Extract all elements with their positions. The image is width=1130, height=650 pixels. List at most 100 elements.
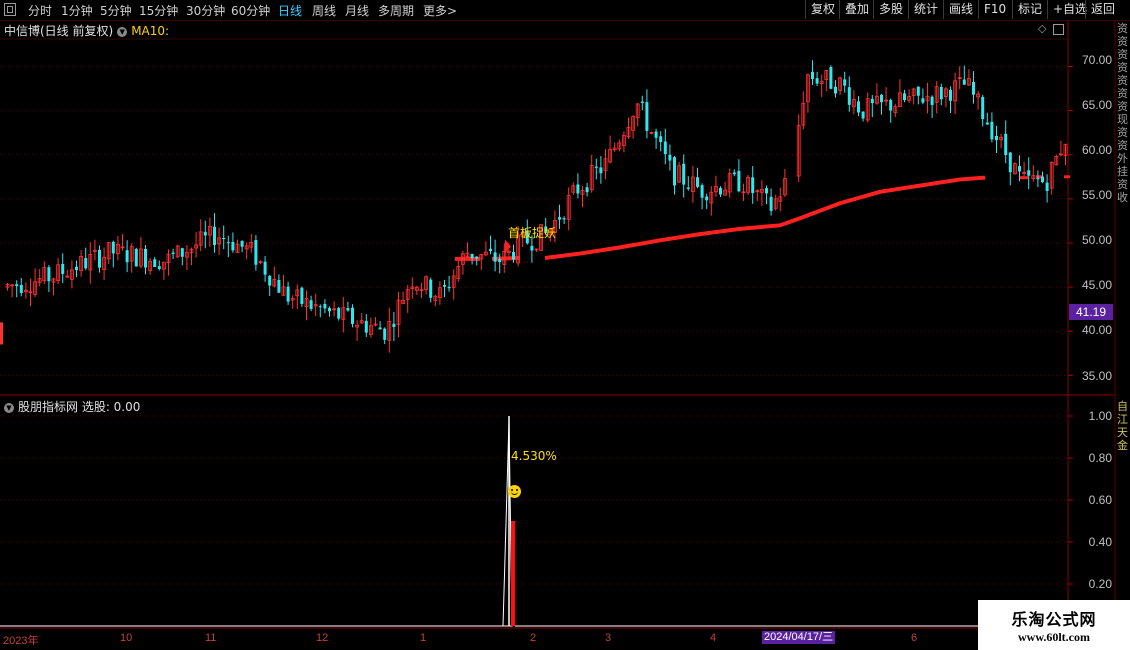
candle-body (700, 185, 704, 198)
ind-y-tick: 0.40 (1088, 535, 1112, 549)
indicator-bars (0, 416, 978, 627)
candle-body (157, 266, 161, 269)
candle-body (337, 308, 341, 319)
candle-body (995, 135, 998, 141)
x-label: 1 (420, 632, 427, 644)
candle-body (972, 82, 975, 95)
candle-body (576, 184, 580, 194)
candle-body (346, 308, 350, 311)
candle-body (562, 218, 566, 220)
candle-body (392, 323, 396, 327)
candle-body (815, 78, 819, 84)
candle-body (231, 241, 235, 251)
candle-body (19, 285, 23, 293)
candle-body (737, 170, 741, 192)
candle-body (921, 98, 925, 103)
current-price-tag: 41.19 (1069, 304, 1113, 320)
candle-body (985, 122, 989, 125)
candle-body (930, 96, 934, 105)
candle-body (470, 253, 474, 259)
candle-body (981, 96, 985, 120)
candle-body (300, 287, 304, 304)
candle-body (843, 79, 847, 86)
candle-body (75, 266, 78, 271)
ind-y-tick: 0.60 (1088, 493, 1112, 507)
candle-body (857, 101, 860, 113)
candle-body (659, 136, 663, 143)
y-tick: 70.00 (1081, 53, 1112, 67)
candle-body (765, 188, 768, 194)
candle-body (889, 99, 893, 111)
x-label: 4 (710, 632, 717, 644)
candle-body (498, 259, 502, 263)
side-info-column: 资资资资资资资现资资外挂资收 (1117, 22, 1128, 204)
candle-body (811, 71, 814, 80)
candle-body (475, 256, 479, 259)
candle-body (323, 303, 327, 309)
candle-body (226, 242, 230, 244)
candle-body (530, 245, 534, 251)
candle-body (1045, 182, 1049, 192)
candle-body (240, 240, 244, 247)
candle-body (277, 279, 281, 293)
y-tick: 55.00 (1081, 188, 1112, 202)
candle-body (286, 286, 290, 302)
indicator-bar (511, 521, 515, 626)
candle-body (719, 187, 722, 195)
chevron-down-icon[interactable]: ▼ (4, 402, 14, 413)
indicator-title[interactable]: 股朋指标网 选股: 0.00 (18, 400, 140, 414)
candle-body (663, 141, 667, 155)
candle-body (645, 102, 649, 131)
candle-body (263, 261, 267, 275)
candle-body (489, 248, 492, 251)
candle-body (673, 157, 676, 186)
candle-body (0, 322, 3, 345)
candle-body (558, 217, 561, 220)
candle-body (254, 240, 258, 265)
x-label: 11 (205, 632, 217, 644)
candle-body (751, 177, 755, 194)
candle-body (134, 248, 138, 267)
candle-body (493, 252, 497, 262)
candle-body (834, 86, 837, 94)
candle-body (213, 226, 216, 245)
candle-body (98, 249, 101, 268)
signal-label: 首板捉妖 (508, 226, 557, 240)
candle-body (111, 241, 115, 254)
candle-body (686, 187, 690, 189)
candle-body (268, 275, 272, 286)
x-label: 3 (605, 632, 612, 644)
candle-body (125, 250, 129, 263)
y-tick: 50.00 (1081, 233, 1112, 247)
candle-body (364, 320, 368, 333)
candle-body (318, 306, 322, 308)
candle-body (1036, 178, 1040, 180)
candle-body (1004, 133, 1008, 155)
candle-body (84, 258, 88, 269)
x-label: 2 (530, 632, 537, 644)
ind-y-tick: 1.00 (1088, 409, 1112, 423)
candle-body (769, 196, 773, 211)
candle-body (447, 286, 451, 289)
candle-body (203, 231, 207, 236)
y-tick: 35.00 (1081, 369, 1112, 383)
candle-body (61, 264, 65, 274)
candle-body (15, 284, 19, 287)
candle-body (309, 300, 313, 309)
grid-lines (0, 20, 1116, 650)
ind-y-tick: 0.80 (1088, 451, 1112, 465)
smiley-icon (508, 485, 521, 498)
kline-chart[interactable] (0, 0, 1130, 650)
y-tick: 45.00 (1081, 278, 1112, 292)
candle-body (640, 101, 644, 104)
candle-body (180, 248, 184, 257)
candle-body (585, 187, 589, 193)
candle-body (378, 327, 382, 330)
y-tick: 60.00 (1081, 143, 1112, 157)
candle-body (512, 251, 515, 260)
candle-body (222, 237, 226, 240)
candle-body (903, 93, 906, 101)
candles (0, 60, 1068, 353)
x-label: 2023年 (3, 635, 39, 647)
candle-body (654, 131, 658, 138)
